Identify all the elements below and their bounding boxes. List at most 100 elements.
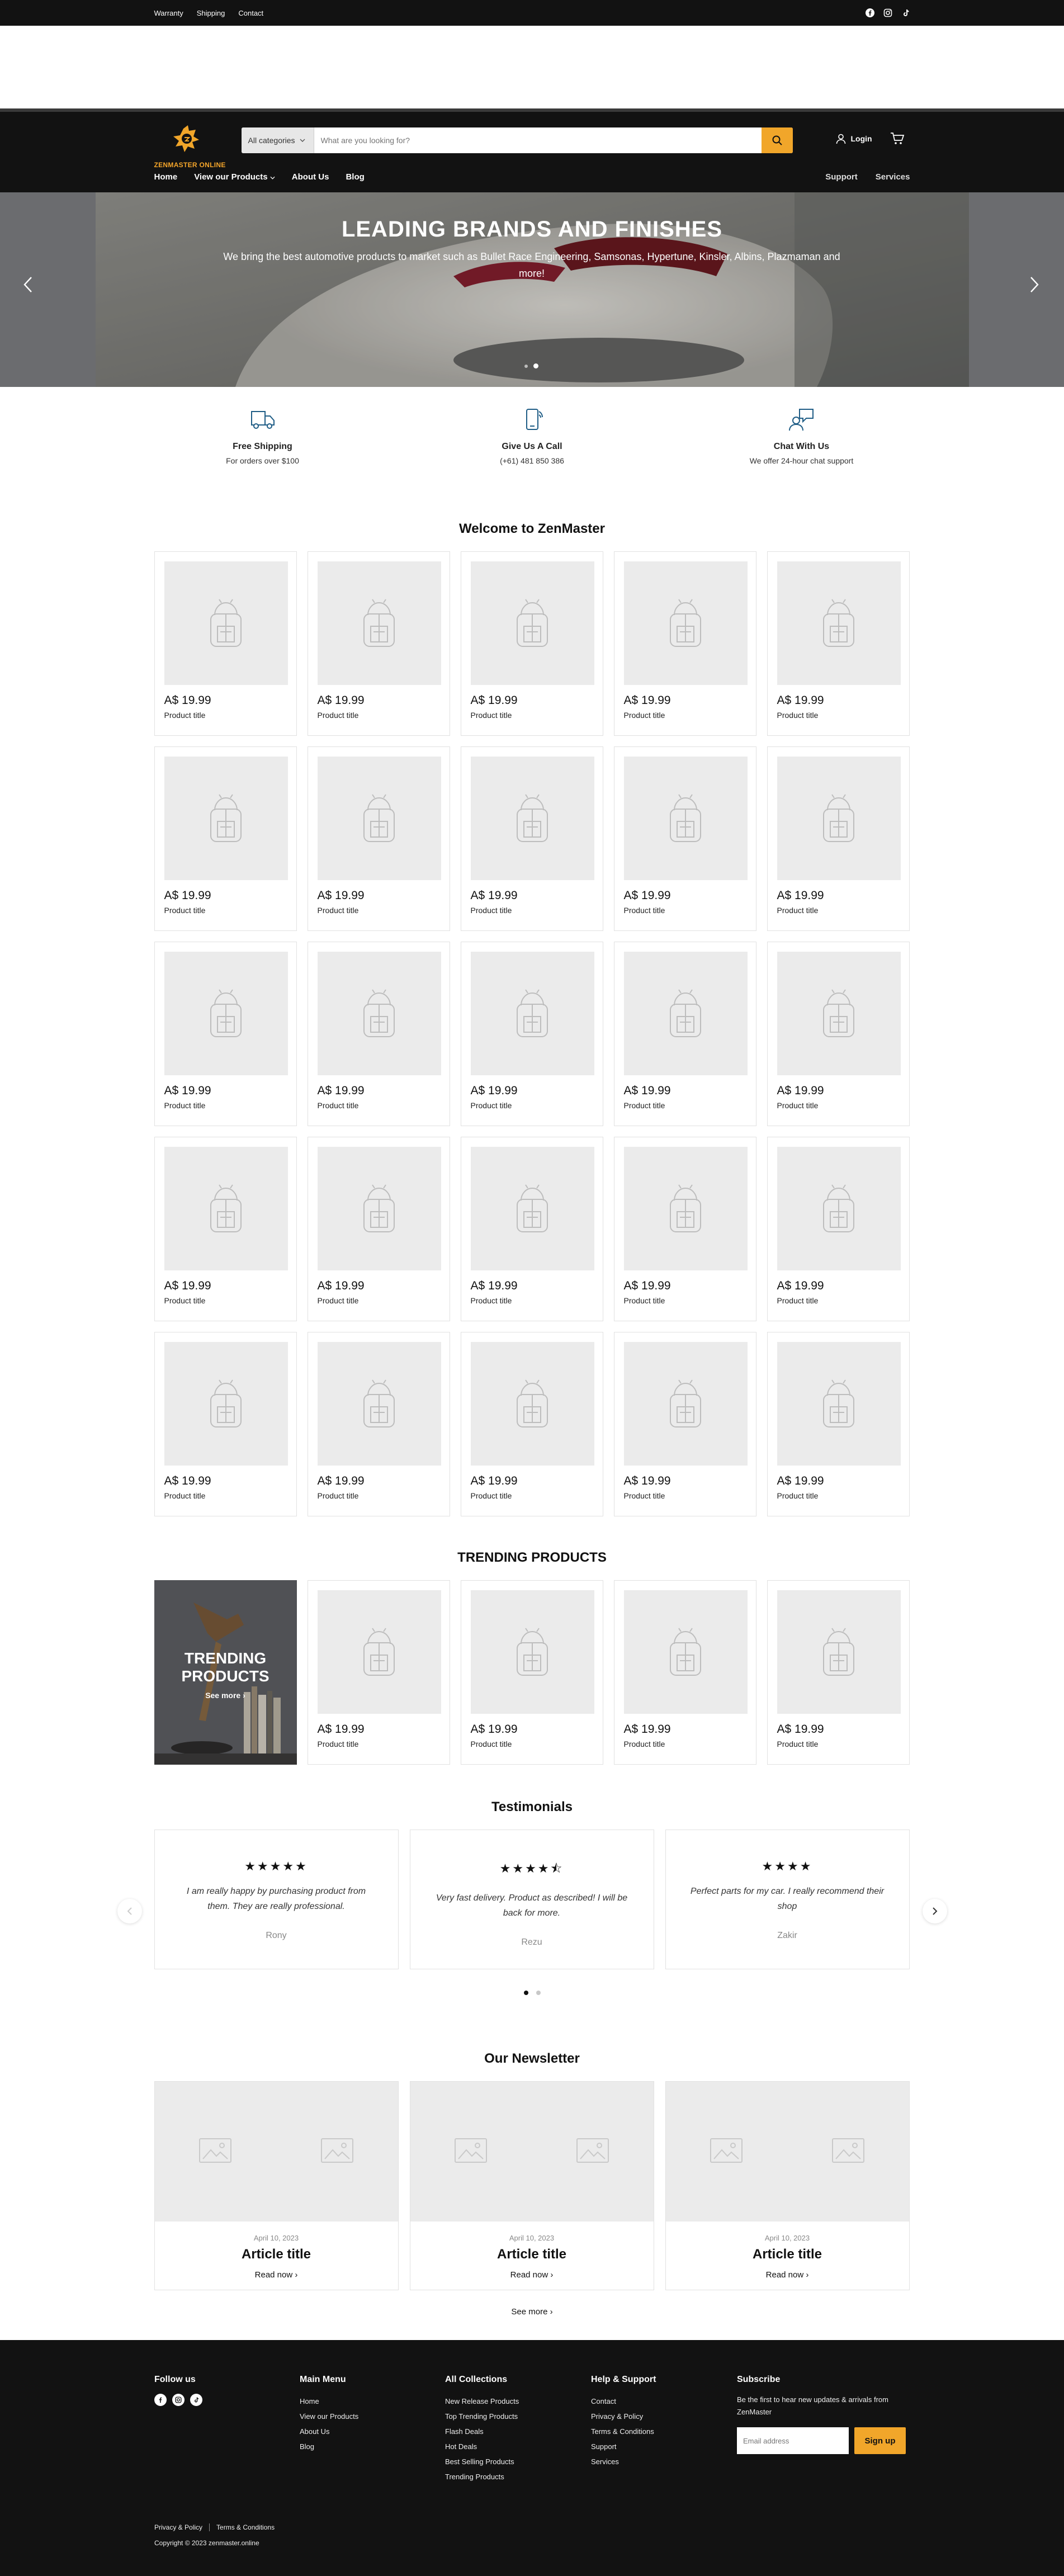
product-card[interactable]: A$ 19.99 Product title	[154, 746, 297, 931]
testimonial-next-button[interactable]	[922, 1899, 947, 1923]
product-title[interactable]: Product title	[164, 711, 206, 720]
product-card[interactable]: A$ 19.99 Product title	[307, 551, 450, 736]
footer-link[interactable]: Best Selling Products	[445, 2454, 519, 2469]
footer-link[interactable]: View our Products	[300, 2409, 358, 2424]
promo-see-more-link[interactable]: See more ›	[154, 1691, 297, 1700]
product-card[interactable]: A$ 19.99 Product title	[460, 1332, 603, 1516]
product-title[interactable]: Product title	[318, 1491, 359, 1500]
product-card[interactable]: A$ 19.99 Product title	[307, 1580, 450, 1765]
product-card[interactable]: A$ 19.99 Product title	[307, 942, 450, 1126]
facebook-icon[interactable]	[865, 8, 874, 17]
instagram-icon[interactable]	[172, 2394, 185, 2406]
login-link[interactable]: Login	[835, 133, 872, 144]
product-card[interactable]: A$ 19.99 Product title	[767, 551, 910, 736]
product-card[interactable]: A$ 19.99 Product title	[460, 1137, 603, 1321]
product-card[interactable]: A$ 19.99 Product title	[767, 746, 910, 931]
cart-button[interactable]	[890, 132, 905, 148]
product-card[interactable]: A$ 19.99 Product title	[460, 551, 603, 736]
hero-prev-button[interactable]	[23, 276, 32, 296]
footer-link[interactable]: Flash Deals	[445, 2424, 519, 2439]
article-title[interactable]: Article title	[155, 2247, 398, 2262]
product-card[interactable]: A$ 19.99 Product title	[154, 1332, 297, 1516]
product-title[interactable]: Product title	[777, 1296, 819, 1305]
article-card[interactable]: April 10, 2023 Article title Read now ›	[665, 2081, 910, 2290]
product-title[interactable]: Product title	[777, 906, 819, 915]
product-title[interactable]: Product title	[471, 1101, 512, 1110]
product-title[interactable]: Product title	[471, 1296, 512, 1305]
nav-support[interactable]: Support	[825, 172, 858, 182]
footer-link[interactable]: About Us	[300, 2424, 358, 2439]
footer-link[interactable]: Terms & Conditions	[591, 2424, 656, 2439]
article-read-link[interactable]: Read now ›	[666, 2270, 909, 2280]
product-title[interactable]: Product title	[471, 711, 512, 720]
utility-link-contact[interactable]: Contact	[238, 9, 263, 17]
nav-blog[interactable]: Blog	[346, 172, 364, 182]
product-title[interactable]: Product title	[624, 1101, 665, 1110]
footer-link[interactable]: Home	[300, 2394, 358, 2409]
footer-link[interactable]: Contact	[591, 2394, 656, 2409]
article-title[interactable]: Article title	[410, 2247, 654, 2262]
legal-link-privacy[interactable]: Privacy & Policy	[154, 2523, 202, 2531]
product-card[interactable]: A$ 19.99 Product title	[613, 746, 756, 931]
product-card[interactable]: A$ 19.99 Product title	[613, 942, 756, 1126]
newsletter-see-more-link[interactable]: See more ›	[154, 2307, 910, 2317]
product-card[interactable]: A$ 19.99 Product title	[307, 1137, 450, 1321]
legal-link-terms[interactable]: Terms & Conditions	[216, 2523, 275, 2531]
product-card[interactable]: A$ 19.99 Product title	[613, 1580, 756, 1765]
site-logo[interactable]: ZENMASTER ONLINE	[154, 123, 227, 169]
footer-link[interactable]: Top Trending Products	[445, 2409, 519, 2424]
article-read-link[interactable]: Read now ›	[410, 2270, 654, 2280]
product-title[interactable]: Product title	[777, 711, 819, 720]
footer-link[interactable]: Services	[591, 2454, 656, 2469]
article-card[interactable]: April 10, 2023 Article title Read now ›	[154, 2081, 399, 2290]
product-title[interactable]: Product title	[164, 1296, 206, 1305]
tiktok-icon[interactable]	[901, 8, 910, 17]
product-title[interactable]: Product title	[164, 1491, 206, 1500]
product-card[interactable]: A$ 19.99 Product title	[460, 942, 603, 1126]
instagram-icon[interactable]	[883, 8, 892, 17]
search-input[interactable]	[314, 127, 762, 153]
product-card[interactable]: A$ 19.99 Product title	[154, 1137, 297, 1321]
hero-dot-2[interactable]	[533, 363, 538, 368]
article-read-link[interactable]: Read now ›	[155, 2270, 398, 2280]
product-card[interactable]: A$ 19.99 Product title	[307, 746, 450, 931]
product-card[interactable]: A$ 19.99 Product title	[307, 1332, 450, 1516]
footer-link[interactable]: New Release Products	[445, 2394, 519, 2409]
product-title[interactable]: Product title	[318, 1101, 359, 1110]
article-card[interactable]: April 10, 2023 Article title Read now ›	[409, 2081, 654, 2290]
nav-products[interactable]: View our Products	[194, 172, 275, 182]
subscribe-email-input[interactable]	[737, 2427, 849, 2454]
product-card[interactable]: A$ 19.99 Product title	[613, 1332, 756, 1516]
product-title[interactable]: Product title	[624, 906, 665, 915]
product-card[interactable]: A$ 19.99 Product title	[767, 1137, 910, 1321]
product-card[interactable]: A$ 19.99 Product title	[460, 746, 603, 931]
footer-link[interactable]: Blog	[300, 2439, 358, 2454]
product-title[interactable]: Product title	[777, 1491, 819, 1500]
hero-dot-1[interactable]	[524, 364, 528, 368]
footer-link[interactable]: Support	[591, 2439, 656, 2454]
utility-link-warranty[interactable]: Warranty	[154, 9, 183, 17]
footer-link[interactable]: Hot Deals	[445, 2439, 519, 2454]
product-title[interactable]: Product title	[471, 906, 512, 915]
nav-about[interactable]: About Us	[292, 172, 329, 182]
nav-services[interactable]: Services	[876, 172, 910, 182]
product-title[interactable]: Product title	[624, 1740, 665, 1748]
product-title[interactable]: Product title	[777, 1740, 819, 1748]
product-title[interactable]: Product title	[624, 1296, 665, 1305]
product-card[interactable]: A$ 19.99 Product title	[613, 1137, 756, 1321]
footer-link[interactable]: Trending Products	[445, 2469, 519, 2484]
facebook-icon[interactable]	[154, 2394, 167, 2406]
article-title[interactable]: Article title	[666, 2247, 909, 2262]
product-card[interactable]: A$ 19.99 Product title	[767, 1332, 910, 1516]
product-title[interactable]: Product title	[318, 1740, 359, 1748]
product-title[interactable]: Product title	[471, 1740, 512, 1748]
product-title[interactable]: Product title	[164, 1101, 206, 1110]
tiktok-icon[interactable]	[190, 2394, 202, 2406]
product-title[interactable]: Product title	[471, 1491, 512, 1500]
product-title[interactable]: Product title	[318, 906, 359, 915]
product-card[interactable]: A$ 19.99 Product title	[460, 1580, 603, 1765]
hero-next-button[interactable]	[1030, 276, 1039, 296]
product-card[interactable]: A$ 19.99 Product title	[767, 1580, 910, 1765]
product-title[interactable]: Product title	[164, 906, 206, 915]
product-card[interactable]: A$ 19.99 Product title	[154, 551, 297, 736]
